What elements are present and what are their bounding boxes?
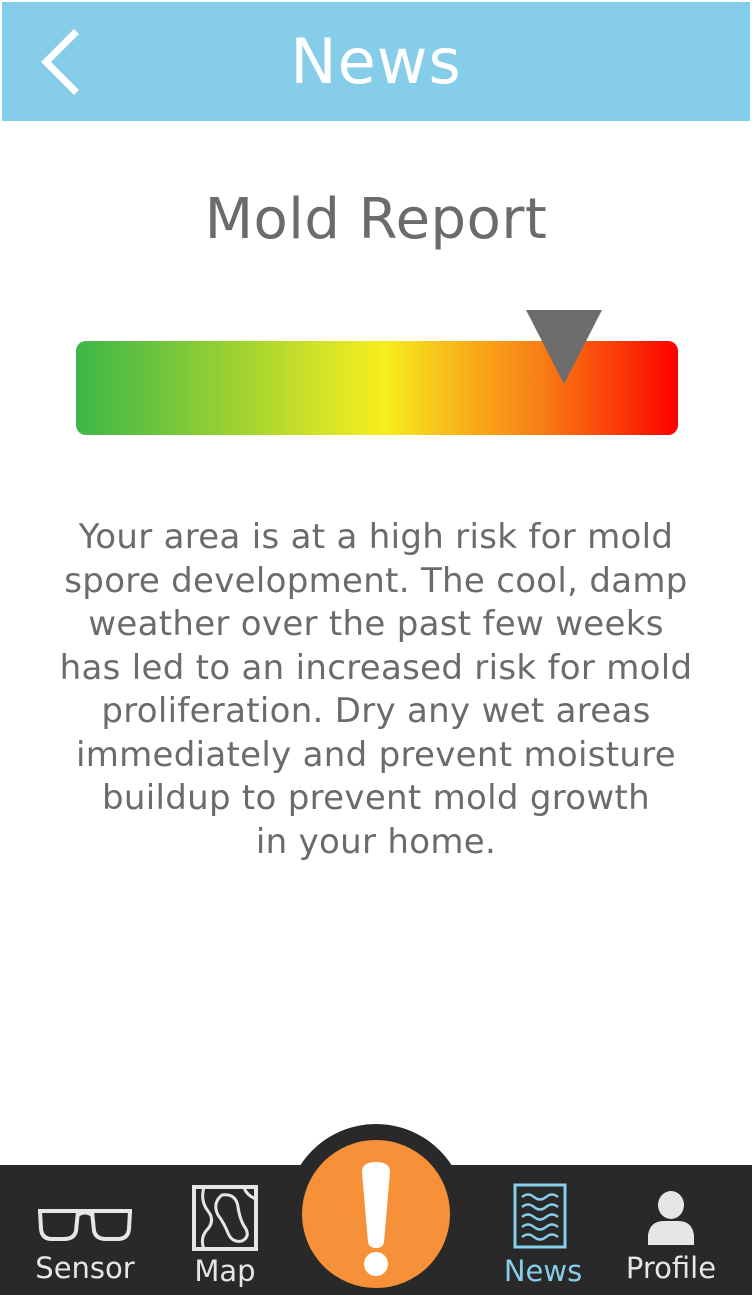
report-line: Your area is at a high risk for mold <box>78 517 674 557</box>
header-bar: News <box>2 2 750 121</box>
header-title: News <box>290 25 462 98</box>
tab-label: Profile <box>625 1251 717 1285</box>
report-line: has led to an increased risk for mold <box>59 647 693 688</box>
report-line: proliferation. Dry any wet areas <box>101 691 651 731</box>
report-line: spore development. The cool, damp <box>64 560 688 601</box>
news-icon <box>513 1183 567 1249</box>
tab-profile[interactable]: Profile <box>606 1165 736 1295</box>
news-screen: News Mold Report Your area is at a high … <box>0 0 752 1295</box>
tab-news[interactable]: News <box>478 1165 608 1295</box>
glasses-icon <box>38 1209 132 1241</box>
tab-label: Sensor <box>35 1251 135 1285</box>
risk-level-marker-icon <box>525 310 602 386</box>
map-icon <box>192 1185 258 1251</box>
tab-map[interactable]: Map <box>160 1165 290 1295</box>
report-line: in your home. <box>255 821 497 862</box>
alert-button[interactable] <box>302 1140 450 1288</box>
exclamation-icon <box>362 1162 390 1276</box>
tab-sensor[interactable]: Sensor <box>20 1165 150 1295</box>
report-line: buildup to prevent mold growth <box>101 778 650 818</box>
report-line: immediately and prevent moisture <box>75 734 677 775</box>
tab-label: News <box>503 1254 583 1288</box>
page-title: Mold Report <box>204 187 548 252</box>
user-icon <box>648 1191 694 1245</box>
tab-label: Map <box>194 1254 256 1288</box>
report-description: Your area is at a high risk for mold spo… <box>50 516 702 864</box>
report-line: weather over the past few weeks <box>88 604 664 644</box>
